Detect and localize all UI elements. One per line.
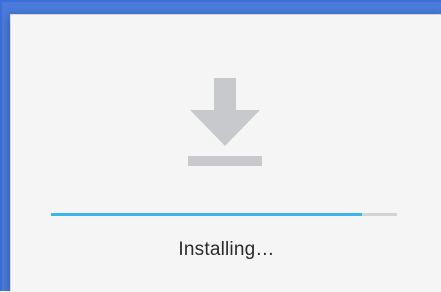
install-progress-fill <box>51 213 363 216</box>
download-icon <box>186 76 264 168</box>
install-progress-bar <box>51 213 397 216</box>
status-text: Installing… <box>178 239 275 260</box>
install-dialog: Installing… <box>10 14 441 292</box>
